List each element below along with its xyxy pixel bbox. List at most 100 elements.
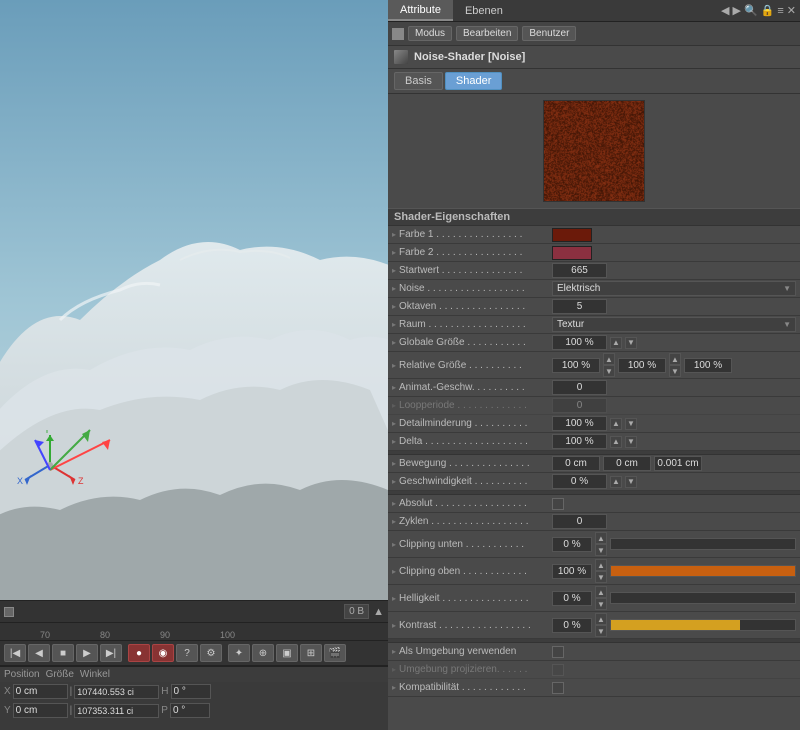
sp-dn[interactable]: ▼ [603,365,615,377]
sp-up[interactable]: ▲ [669,353,681,365]
bearbeiten-btn[interactable]: Bearbeiten [456,26,518,41]
progress-number[interactable] [552,618,592,633]
progress-bar[interactable] [610,592,796,604]
btn-render[interactable]: ▣ [276,644,298,662]
tab-ebenen[interactable]: Ebenen [453,0,515,21]
prop-label: Loopperiode . . . . . . . . . . . . . [392,400,552,411]
prop-value [552,263,796,278]
prop-row: Loopperiode . . . . . . . . . . . . . [388,397,800,415]
btn-play-fwd[interactable]: ▶ [76,644,98,662]
sub-tab-shader[interactable]: Shader [445,72,502,90]
h-field[interactable] [171,684,211,699]
number-field[interactable] [552,434,607,449]
nav-right-icon[interactable]: ▶ [732,4,740,17]
sp-up[interactable]: ▲ [595,613,607,625]
more-icon[interactable]: ≡ [777,5,783,17]
color-swatch[interactable] [552,228,592,242]
number-field[interactable] [552,474,607,489]
close-icon[interactable]: ✕ [787,4,796,17]
prop-value: ▲▼▲▼ [552,353,796,377]
sp-dn[interactable]: ▼ [669,365,681,377]
multi-field-0[interactable] [552,358,600,373]
dropdown[interactable]: Elektrisch▼ [552,281,796,296]
x-size-field[interactable] [74,685,159,699]
prop-value [552,682,796,694]
number-field[interactable] [552,398,607,413]
checkbox[interactable] [552,498,564,510]
timeline-expand[interactable]: ▲ [373,606,384,618]
p-field[interactable] [170,703,210,718]
multi-field-1[interactable] [618,358,666,373]
coord-group-angle: Winkel [80,669,110,680]
sp-up[interactable]: ▲ [595,532,607,544]
cm-field-1[interactable] [603,456,651,471]
sp-up[interactable]: ▲ [595,586,607,598]
spinner-down[interactable]: ▼ [625,337,637,349]
y-pos-field[interactable] [13,703,68,718]
sub-tab-basis[interactable]: Basis [394,72,443,90]
sp-dn[interactable]: ▼ [595,571,607,583]
benutzer-btn[interactable]: Benutzer [522,26,576,41]
sp-dn[interactable]: ▼ [595,625,607,637]
progress-number[interactable] [552,564,592,579]
number-field[interactable] [552,263,607,278]
sp-up[interactable]: ▲ [603,353,615,365]
btn-record[interactable]: ● [128,644,150,662]
color-swatch[interactable] [552,246,592,260]
prop-label: Absolut . . . . . . . . . . . . . . . . … [392,498,552,509]
sp-dn[interactable]: ▼ [595,598,607,610]
prop-label: Detailminderung . . . . . . . . . . [392,418,552,429]
cm-field-0[interactable] [552,456,600,471]
btn-stop[interactable]: ■ [52,644,74,662]
btn-snap[interactable]: ⊞ [300,644,322,662]
progress-bar[interactable] [610,619,796,631]
btn-settings[interactable]: ⚙ [200,644,222,662]
sp-dn[interactable]: ▼ [595,544,607,556]
prop-label: Clipping oben . . . . . . . . . . . . [392,566,552,577]
number-field[interactable] [552,380,607,395]
x-pos-field[interactable] [13,684,68,699]
spinner-down[interactable]: ▼ [625,476,637,488]
modus-btn[interactable]: Modus [408,26,452,41]
number-field[interactable] [552,514,607,529]
btn-info[interactable]: ? [176,644,198,662]
search-icon[interactable]: 🔍 [744,4,758,17]
spinner-down[interactable]: ▼ [625,418,637,430]
viewport-3d[interactable]: Z X Y [0,0,388,600]
btn-ik[interactable]: ⊕ [252,644,274,662]
spinner-up[interactable]: ▲ [610,436,622,448]
prop-row: Farbe 1 . . . . . . . . . . . . . . . . [388,226,800,244]
checkbox[interactable] [552,664,564,676]
multi-field-2[interactable] [684,358,732,373]
btn-autokey[interactable]: ◉ [152,644,174,662]
dropdown[interactable]: Textur▼ [552,317,796,332]
nav-left-icon[interactable]: ◀ [721,4,729,17]
cm-field-2[interactable] [654,456,702,471]
tab-attribute[interactable]: Attribute [388,0,453,21]
spinner-up[interactable]: ▲ [610,476,622,488]
sp-up[interactable]: ▲ [595,559,607,571]
progress-bar[interactable] [610,538,796,550]
spinner-up[interactable]: ▲ [610,418,622,430]
prop-value [552,246,796,260]
checkbox[interactable] [552,646,564,658]
progress-number[interactable] [552,537,592,552]
number-field[interactable] [552,299,607,314]
spinner-down[interactable]: ▼ [625,436,637,448]
ruler-100: 100 [220,630,235,640]
progress-number[interactable] [552,591,592,606]
btn-go-end[interactable]: ▶| [100,644,122,662]
number-field[interactable] [552,416,607,431]
btn-film[interactable]: 🎬 [324,644,346,662]
checkbox[interactable] [552,682,564,694]
progress-bar[interactable] [610,565,796,577]
btn-motion[interactable]: ✦ [228,644,250,662]
spinner-up[interactable]: ▲ [610,337,622,349]
object-title: Noise-Shader [Noise] [414,51,525,63]
btn-go-start[interactable]: |◀ [4,644,26,662]
btn-play-back[interactable]: ◀ [28,644,50,662]
number-field[interactable] [552,335,607,350]
timeline-ruler: 70 80 90 100 [0,623,388,641]
y-size-field[interactable] [74,704,159,718]
lock-icon[interactable]: 🔒 [761,4,775,17]
